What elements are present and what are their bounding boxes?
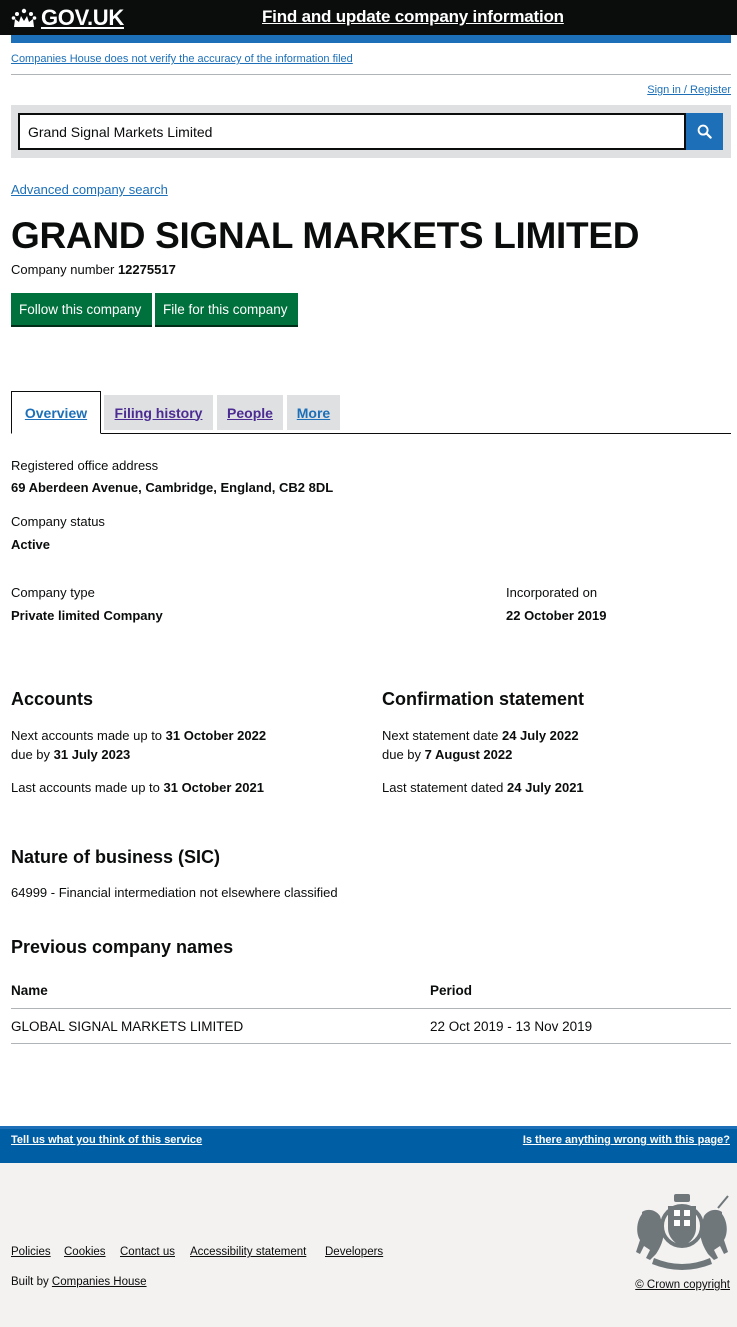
report-problem-link[interactable]: Is there anything wrong with this page? bbox=[523, 1134, 730, 1146]
registered-office-value: 69 Aberdeen Avenue, Cambridge, England, … bbox=[11, 480, 334, 495]
divider bbox=[11, 74, 731, 75]
next-accounts: Next accounts made up to 31 October 2022 bbox=[11, 728, 266, 743]
accounts-due-label: due by bbox=[11, 747, 51, 762]
sic-code-value: 64999 - Financial intermediation not els… bbox=[11, 885, 338, 900]
built-by-label: Built by bbox=[11, 1276, 49, 1288]
last-statement-label: Last statement dated bbox=[382, 780, 504, 795]
footer-link-contact-us[interactable]: Contact us bbox=[120, 1246, 175, 1258]
table-row-divider bbox=[11, 1043, 731, 1044]
next-statement-label: Next statement date bbox=[382, 728, 499, 743]
statement-due-value: 7 August 2022 bbox=[424, 747, 513, 762]
footer bbox=[0, 1163, 737, 1327]
file-for-company-button[interactable]: File for this company bbox=[155, 293, 298, 325]
crown-copyright-link[interactable]: © Crown copyright bbox=[635, 1279, 730, 1291]
royal-coat-of-arms-icon bbox=[636, 1194, 729, 1270]
companies-house-link[interactable]: Companies House bbox=[52, 1276, 147, 1288]
column-header-name: Name bbox=[11, 983, 48, 998]
company-search-input[interactable] bbox=[18, 113, 686, 150]
last-accounts: Last accounts made up to 31 October 2021 bbox=[11, 780, 264, 795]
company-type-label: Company type bbox=[11, 585, 95, 600]
advanced-search-link[interactable]: Advanced company search bbox=[11, 182, 168, 197]
company-type-value: Private limited Company bbox=[11, 608, 163, 623]
company-number: Company number 12275517 bbox=[11, 262, 176, 277]
last-statement: Last statement dated 24 July 2021 bbox=[382, 780, 584, 795]
statement-due-label: due by bbox=[382, 747, 422, 762]
next-statement: Next statement date 24 July 2022 bbox=[382, 728, 579, 743]
last-statement-value: 24 July 2021 bbox=[507, 780, 584, 795]
govuk-logo-text: GOV.UK bbox=[41, 5, 124, 30]
disclaimer-link[interactable]: Companies House does not verify the accu… bbox=[11, 53, 353, 65]
accounts-due-value: 31 July 2023 bbox=[53, 747, 131, 762]
search-icon bbox=[697, 124, 712, 139]
next-accounts-value: 31 October 2022 bbox=[165, 728, 267, 743]
incorporated-on-value: 22 October 2019 bbox=[506, 608, 607, 623]
incorporated-on-label: Incorporated on bbox=[506, 585, 598, 600]
footer-link-developers[interactable]: Developers bbox=[325, 1246, 383, 1258]
search-bar bbox=[11, 105, 731, 158]
header-blue-bar bbox=[11, 35, 731, 43]
accounts-due: due by 31 July 2023 bbox=[11, 747, 130, 762]
last-accounts-label: Last accounts made up to bbox=[11, 780, 160, 795]
previous-period-cell: 22 Oct 2019 - 13 Nov 2019 bbox=[430, 1019, 593, 1034]
follow-company-button[interactable]: Follow this company bbox=[11, 293, 152, 325]
govuk-logo-link[interactable]: GOV.UK bbox=[11, 5, 124, 31]
company-name-heading: GRAND SIGNAL MARKETS LIMITED bbox=[11, 215, 640, 256]
company-status-value: Active bbox=[11, 537, 51, 552]
footer-link-accessibility[interactable]: Accessibility statement bbox=[190, 1246, 306, 1258]
previous-names-heading: Previous company names bbox=[11, 937, 234, 957]
footer-link-cookies[interactable]: Cookies bbox=[64, 1246, 106, 1258]
company-status-label: Company status bbox=[11, 514, 105, 529]
nature-of-business-heading: Nature of business (SIC) bbox=[11, 847, 221, 867]
column-header-period: Period bbox=[430, 983, 473, 998]
sign-in-register-link[interactable]: Sign in / Register bbox=[647, 84, 731, 96]
company-number-value: 12275517 bbox=[117, 262, 176, 277]
built-by: Built by Companies House bbox=[11, 1276, 147, 1288]
statement-due: due by 7 August 2022 bbox=[382, 747, 512, 762]
tabs-baseline bbox=[11, 433, 731, 434]
table-header-divider bbox=[11, 1008, 731, 1009]
crown-icon bbox=[11, 8, 37, 27]
footer-link-policies[interactable]: Policies bbox=[11, 1246, 51, 1258]
accounts-heading: Accounts bbox=[11, 689, 94, 709]
service-name-link[interactable]: Find and update company information bbox=[262, 7, 564, 27]
last-accounts-value: 31 October 2021 bbox=[163, 780, 264, 795]
registered-office-label: Registered office address bbox=[11, 458, 159, 473]
tab-more[interactable]: More bbox=[287, 395, 340, 430]
next-statement-value: 24 July 2022 bbox=[501, 728, 579, 743]
search-button[interactable] bbox=[686, 113, 723, 150]
tab-people[interactable]: People bbox=[217, 395, 283, 430]
next-accounts-label: Next accounts made up to bbox=[11, 728, 163, 743]
tab-overview[interactable]: Overview bbox=[11, 391, 101, 434]
previous-name-cell: GLOBAL SIGNAL MARKETS LIMITED bbox=[11, 1019, 244, 1034]
feedback-link[interactable]: Tell us what you think of this service bbox=[11, 1134, 202, 1146]
company-number-label: Company number bbox=[11, 262, 115, 277]
confirmation-heading: Confirmation statement bbox=[382, 689, 585, 709]
tab-filing-history[interactable]: Filing history bbox=[104, 395, 213, 430]
